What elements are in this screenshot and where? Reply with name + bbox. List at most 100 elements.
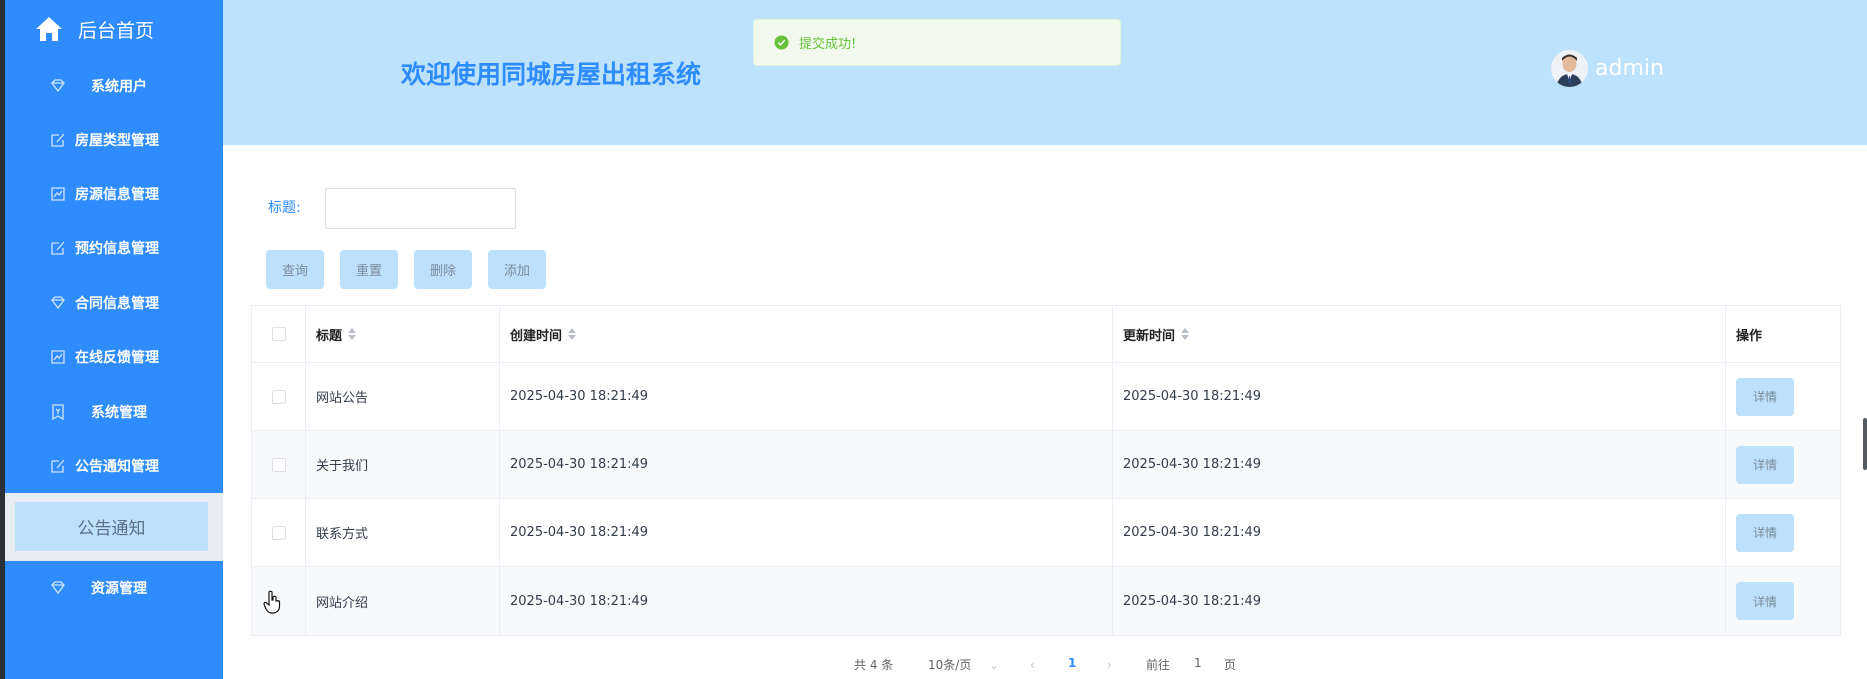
cell-created: 2025-04-30 18:21:49 — [500, 567, 1113, 635]
row-checkbox[interactable] — [271, 389, 286, 404]
cell-title: 联系方式 — [306, 499, 500, 566]
title-search-input[interactable] — [325, 188, 516, 229]
sidebar-item-system-users[interactable]: 系统用户 — [5, 59, 223, 113]
cell-actions: 详情 — [1726, 499, 1842, 566]
cell-title: 网站介绍 — [306, 567, 500, 635]
cell-updated: 2025-04-30 18:21:49 — [1113, 567, 1726, 635]
sidebar-item-appointment[interactable]: 预约信息管理 — [5, 221, 223, 275]
ticket-icon — [52, 404, 64, 421]
app: 后台首页 系统用户 房屋类型管理 房源信息管理 预约信息管理 合同信息管理 在线… — [0, 0, 1867, 679]
table-row: 网站介绍 2025-04-30 18:21:49 2025-04-30 18:2… — [252, 567, 1840, 635]
sidebar-item-label: 系统管理 — [91, 405, 147, 421]
select-all-checkbox[interactable] — [271, 327, 286, 341]
row-select-cell — [252, 431, 306, 498]
hand-cursor-icon — [263, 590, 281, 614]
diamond-icon — [51, 79, 65, 93]
sidebar: 后台首页 系统用户 房屋类型管理 房源信息管理 预约信息管理 合同信息管理 在线… — [5, 0, 223, 679]
cell-actions: 详情 — [1726, 431, 1842, 498]
sidebar-item-label: 系统用户 — [91, 79, 147, 95]
page-size-select[interactable]: 10条/页 — [928, 656, 971, 673]
chart-icon — [51, 187, 65, 201]
delete-button[interactable]: 删除 — [414, 250, 472, 289]
column-header-label: 创建时间 — [510, 328, 563, 344]
sidebar-home[interactable]: 后台首页 — [5, 0, 223, 58]
column-header-updated[interactable]: 更新时间 — [1113, 306, 1726, 362]
reset-button[interactable]: 重置 — [340, 250, 398, 289]
row-checkbox[interactable] — [271, 525, 286, 540]
diamond-icon — [51, 296, 65, 310]
sort-icon[interactable] — [348, 327, 357, 341]
cell-updated: 2025-04-30 18:21:49 — [1113, 363, 1726, 430]
column-header-title[interactable]: 标题 — [306, 306, 500, 362]
table-row: 关于我们 2025-04-30 18:21:49 2025-04-30 18:2… — [252, 431, 1840, 499]
column-header-label: 更新时间 — [1123, 328, 1176, 344]
row-checkbox[interactable] — [271, 457, 286, 472]
success-toast: 提交成功! — [753, 19, 1121, 66]
sidebar-item-house-info[interactable]: 房源信息管理 — [5, 167, 223, 221]
sidebar-item-contract[interactable]: 合同信息管理 — [5, 276, 223, 330]
cell-title: 网站公告 — [306, 363, 500, 430]
goto-prefix: 前往 — [1146, 658, 1171, 672]
add-button[interactable]: 添加 — [488, 250, 546, 289]
scrollbar-handle[interactable] — [1863, 418, 1867, 470]
column-header-created[interactable]: 创建时间 — [500, 306, 1113, 362]
search-label: 标题: — [268, 200, 301, 216]
cell-updated: 2025-04-30 18:21:49 — [1113, 499, 1726, 566]
chevron-down-icon[interactable]: ⌄ — [989, 658, 999, 672]
sidebar-item-resource[interactable]: 资源管理 — [5, 561, 223, 615]
sidebar-item-label: 在线反馈管理 — [75, 350, 159, 366]
column-header-label: 操作 — [1736, 328, 1763, 344]
goto-suffix: 页 — [1224, 658, 1237, 672]
cell-updated: 2025-04-30 18:21:49 — [1113, 431, 1726, 498]
avatar — [1551, 50, 1588, 87]
sidebar-item-label: 预约信息管理 — [75, 241, 159, 257]
row-select-cell — [252, 363, 306, 430]
sort-icon[interactable] — [1181, 327, 1190, 341]
user-menu[interactable]: admin — [1551, 50, 1664, 87]
site-title: 欢迎使用同城房屋出租系统 — [401, 60, 702, 89]
detail-button[interactable]: 详情 — [1736, 513, 1794, 552]
sort-icon[interactable] — [568, 327, 577, 341]
cell-actions: 详情 — [1726, 567, 1842, 635]
cell-created: 2025-04-30 18:21:49 — [500, 363, 1113, 430]
cell-created: 2025-04-30 18:21:49 — [500, 499, 1113, 566]
username: admin — [1595, 56, 1664, 81]
pagination-total: 共 4 条 — [854, 658, 894, 672]
sidebar-submenu: 公告通知 — [5, 493, 223, 561]
edit-icon — [51, 241, 65, 255]
column-header-actions: 操作 — [1726, 306, 1842, 362]
edit-icon — [51, 133, 65, 147]
next-page-icon[interactable]: › — [1107, 658, 1117, 672]
column-header-label: 标题 — [316, 328, 343, 344]
sidebar-item-label: 合同信息管理 — [75, 296, 159, 312]
detail-button[interactable]: 详情 — [1736, 377, 1794, 416]
cell-created: 2025-04-30 18:21:49 — [500, 431, 1113, 498]
diamond-icon — [51, 581, 65, 595]
notice-table: 标题 创建时间 更新时间 操作 网站公告 2025-04-30 18:21:49… — [251, 305, 1841, 636]
sidebar-item-feedback[interactable]: 在线反馈管理 — [5, 330, 223, 384]
sidebar-item-label: 资源管理 — [91, 581, 147, 597]
sidebar-home-label: 后台首页 — [78, 20, 155, 42]
sidebar-subitem-notice[interactable]: 公告通知 — [15, 502, 208, 551]
sidebar-item-label: 房屋类型管理 — [75, 133, 159, 149]
cell-title: 关于我们 — [306, 431, 500, 498]
prev-page-icon[interactable]: ‹ — [1030, 658, 1040, 672]
sidebar-item-house-type[interactable]: 房屋类型管理 — [5, 113, 223, 167]
chart-icon — [51, 350, 65, 364]
table-header-row: 标题 创建时间 更新时间 操作 — [252, 306, 1840, 363]
home-icon — [36, 17, 62, 41]
sidebar-item-notice-manage[interactable]: 公告通知管理 — [5, 439, 223, 493]
goto-page-input[interactable]: 1 — [1194, 656, 1202, 670]
row-select-cell — [252, 499, 306, 566]
table-row: 网站公告 2025-04-30 18:21:49 2025-04-30 18:2… — [252, 363, 1840, 431]
cell-actions: 详情 — [1726, 363, 1842, 430]
edit-icon — [51, 459, 65, 473]
sidebar-item-label: 房源信息管理 — [75, 187, 159, 203]
sidebar-item-system-manage[interactable]: 系统管理 — [5, 385, 223, 439]
detail-button[interactable]: 详情 — [1736, 445, 1794, 484]
page-number-current[interactable]: 1 — [1068, 656, 1076, 670]
query-button[interactable]: 查询 — [266, 250, 324, 289]
detail-button[interactable]: 详情 — [1736, 582, 1794, 620]
sidebar-item-label: 公告通知管理 — [75, 459, 159, 475]
header-select-cell — [252, 306, 306, 362]
